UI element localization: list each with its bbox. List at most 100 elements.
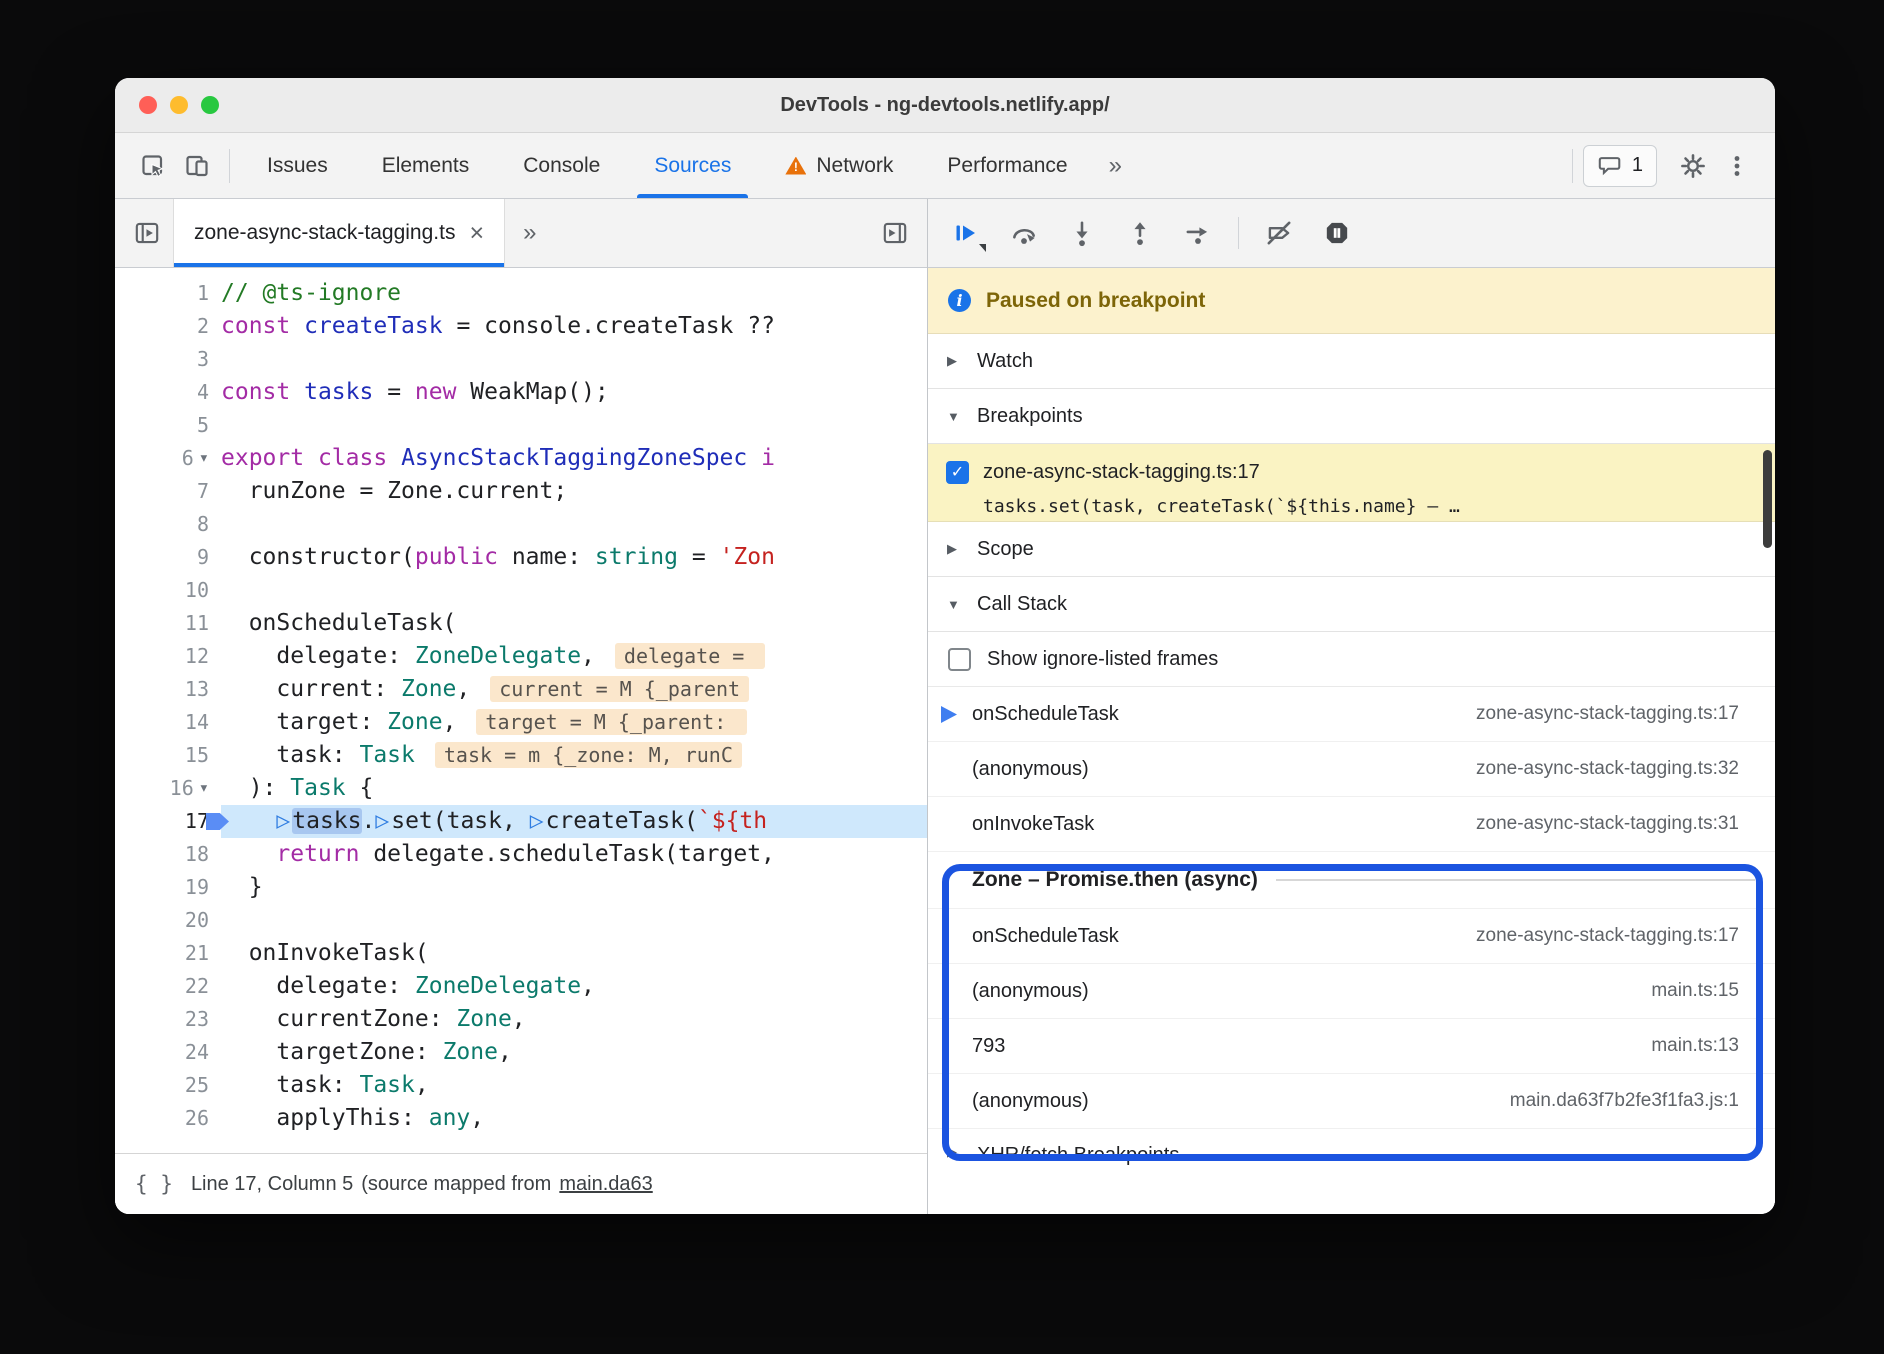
code-line[interactable]: 20 xyxy=(115,904,927,937)
line-number[interactable]: 3 xyxy=(115,343,221,376)
tab-console[interactable]: Console xyxy=(496,133,627,198)
code-line[interactable]: 16▾ ): Task { xyxy=(115,772,927,805)
continue-here-marker-icon[interactable]: ▷ xyxy=(375,808,389,834)
tab-sources[interactable]: Sources xyxy=(627,133,758,198)
resume-script-button[interactable] xyxy=(944,211,988,255)
section-breakpoints[interactable]: ▼ Breakpoints xyxy=(928,389,1775,444)
line-number[interactable]: 18 xyxy=(115,838,221,871)
show-ignore-listed-frames[interactable]: Show ignore-listed frames xyxy=(928,632,1775,687)
tab-network[interactable]: !Network xyxy=(758,133,920,198)
line-number[interactable]: 7 xyxy=(115,475,221,508)
code-line[interactable]: 10 xyxy=(115,574,927,607)
continue-here-marker-icon[interactable]: ▷ xyxy=(530,808,544,834)
close-window-button[interactable] xyxy=(139,96,157,114)
code-line[interactable]: 11 onScheduleTask( xyxy=(115,607,927,640)
code-line[interactable]: 24 targetZone: Zone, xyxy=(115,1036,927,1069)
line-number[interactable]: 21 xyxy=(115,937,221,970)
code-editor[interactable]: 1// @ts-ignore2const createTask = consol… xyxy=(115,268,927,1153)
step-over-button[interactable] xyxy=(1002,211,1046,255)
code-line[interactable]: 1// @ts-ignore xyxy=(115,277,927,310)
breakpoint-checkbox[interactable]: ✓ xyxy=(946,461,969,484)
fold-arrow-icon[interactable]: ▾ xyxy=(199,442,209,475)
settings-gear-icon[interactable] xyxy=(1671,144,1715,188)
console-messages-button[interactable]: 1 xyxy=(1583,145,1657,187)
device-toolbar-icon[interactable] xyxy=(175,144,219,188)
code-line[interactable]: 9 constructor(public name: string = 'Zon xyxy=(115,541,927,574)
code-line[interactable]: 4const tasks = new WeakMap(); xyxy=(115,376,927,409)
step-out-button[interactable] xyxy=(1118,211,1162,255)
line-number[interactable]: 15 xyxy=(115,739,221,772)
continue-here-marker-icon[interactable]: ▷ xyxy=(276,808,290,834)
section-watch[interactable]: ▶ Watch xyxy=(928,334,1775,389)
code-line[interactable]: 14 target: Zone,target = M {_parent: xyxy=(115,706,927,739)
code-line[interactable]: 6▾export class AsyncStackTaggingZoneSpec… xyxy=(115,442,927,475)
step-button[interactable] xyxy=(1176,211,1220,255)
code-line[interactable]: 8 xyxy=(115,508,927,541)
code-line[interactable]: 7 runZone = Zone.current; xyxy=(115,475,927,508)
line-number[interactable]: 26 xyxy=(115,1102,221,1135)
code-line[interactable]: 12 delegate: ZoneDelegate,delegate = xyxy=(115,640,927,673)
section-scope[interactable]: ▶ Scope xyxy=(928,522,1775,577)
line-number[interactable]: 10 xyxy=(115,574,221,607)
call-stack-frame[interactable]: onScheduleTaskzone-async-stack-tagging.t… xyxy=(928,909,1775,964)
code-line[interactable]: 19 } xyxy=(115,871,927,904)
call-stack-frame[interactable]: (anonymous)zone-async-stack-tagging.ts:3… xyxy=(928,742,1775,797)
line-number[interactable]: 23 xyxy=(115,1003,221,1036)
code-line[interactable]: 5 xyxy=(115,409,927,442)
call-stack-frame[interactable]: 793main.ts:13 xyxy=(928,1019,1775,1074)
code-line[interactable]: 2const createTask = console.createTask ?… xyxy=(115,310,927,343)
deactivate-breakpoints-button[interactable] xyxy=(1257,211,1301,255)
tab-issues[interactable]: Issues xyxy=(240,133,355,198)
code-line[interactable]: 15 task: Tasktask = m {_zone: M, runC xyxy=(115,739,927,772)
line-number[interactable]: 2 xyxy=(115,310,221,343)
call-stack-frame[interactable]: onScheduleTaskzone-async-stack-tagging.t… xyxy=(928,687,1775,742)
line-number[interactable]: 22 xyxy=(115,970,221,1003)
more-options-menu-icon[interactable] xyxy=(1715,144,1759,188)
source-map-link[interactable]: main.da63 xyxy=(559,1173,652,1196)
toggle-navigator-icon[interactable] xyxy=(125,211,169,255)
line-number[interactable]: 14 xyxy=(115,706,221,739)
line-number[interactable]: 8 xyxy=(115,508,221,541)
minimize-window-button[interactable] xyxy=(170,96,188,114)
line-number[interactable]: 12 xyxy=(115,640,221,673)
fold-arrow-icon[interactable]: ▾ xyxy=(199,772,209,805)
line-number[interactable]: 20 xyxy=(115,904,221,937)
sidebar-scrollbar-thumb[interactable] xyxy=(1763,450,1772,548)
close-tab-icon[interactable]: × xyxy=(469,221,484,246)
call-stack-frame[interactable]: onInvokeTaskzone-async-stack-tagging.ts:… xyxy=(928,797,1775,852)
code-line[interactable]: 3 xyxy=(115,343,927,376)
code-line[interactable]: 21 onInvokeTask( xyxy=(115,937,927,970)
line-number[interactable]: 11 xyxy=(115,607,221,640)
pause-on-exceptions-button[interactable] xyxy=(1315,211,1359,255)
call-stack-frame[interactable]: (anonymous)main.da63f7b2fe3f1fa3.js:1 xyxy=(928,1074,1775,1129)
pretty-print-icon[interactable]: { } xyxy=(135,1172,173,1196)
code-line[interactable]: 22 delegate: ZoneDelegate, xyxy=(115,970,927,1003)
zoom-window-button[interactable] xyxy=(201,96,219,114)
code-line[interactable]: 17 ▷tasks.▷set(task, ▷createTask(`${th xyxy=(115,805,927,838)
line-number[interactable]: 1 xyxy=(115,277,221,310)
line-number[interactable]: 17 xyxy=(115,805,221,838)
tab-performance[interactable]: Performance xyxy=(920,133,1094,198)
line-number[interactable]: 13 xyxy=(115,673,221,706)
section-xhr-breakpoints[interactable]: ▶ XHR/fetch Breakpoints xyxy=(928,1129,1775,1214)
code-line[interactable]: 18 return delegate.scheduleTask(target, xyxy=(115,838,927,871)
section-call-stack[interactable]: ▼ Call Stack xyxy=(928,577,1775,632)
line-number[interactable]: 4 xyxy=(115,376,221,409)
line-number[interactable]: 16▾ xyxy=(115,772,221,805)
ignore-listed-checkbox[interactable] xyxy=(948,648,971,671)
line-number[interactable]: 25 xyxy=(115,1069,221,1102)
line-number[interactable]: 24 xyxy=(115,1036,221,1069)
more-file-tabs-chevron-icon[interactable]: » xyxy=(509,219,550,247)
line-number[interactable]: 19 xyxy=(115,871,221,904)
code-line[interactable]: 25 task: Task, xyxy=(115,1069,927,1102)
call-stack-frame[interactable]: (anonymous)main.ts:15 xyxy=(928,964,1775,1019)
step-into-button[interactable] xyxy=(1060,211,1104,255)
code-line[interactable]: 13 current: Zone,current = M {_parent xyxy=(115,673,927,706)
code-line[interactable]: 26 applyThis: any, xyxy=(115,1102,927,1135)
more-panels-chevron-icon[interactable]: » xyxy=(1095,152,1136,180)
line-number[interactable]: 9 xyxy=(115,541,221,574)
code-line[interactable]: 23 currentZone: Zone, xyxy=(115,1003,927,1036)
inspect-element-icon[interactable] xyxy=(131,144,175,188)
toggle-debugger-sidebar-icon[interactable] xyxy=(873,211,917,255)
line-number[interactable]: 5 xyxy=(115,409,221,442)
